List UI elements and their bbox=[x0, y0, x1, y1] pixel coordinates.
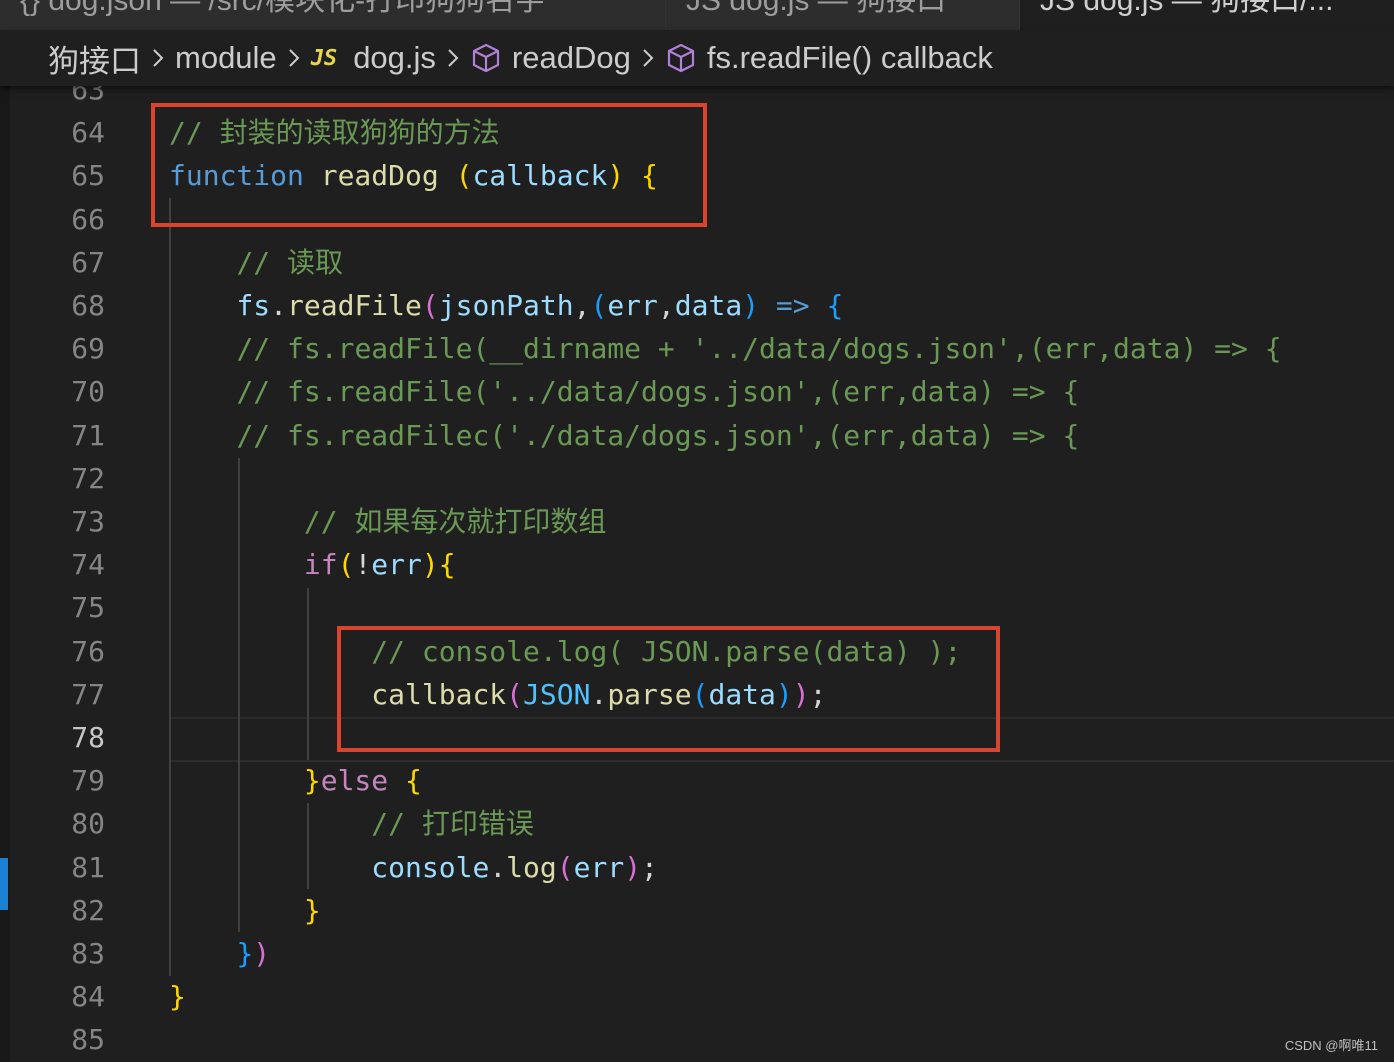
code-text[interactable]: // 读取 bbox=[169, 241, 343, 284]
line-number: 64 bbox=[71, 116, 105, 150]
line-number: 82 bbox=[71, 893, 105, 927]
symbol-method-icon bbox=[665, 42, 697, 74]
code-line[interactable]: 68 fs.readFile(jsonPath,(err,data) => { bbox=[10, 284, 1394, 327]
code-text[interactable]: // fs.readFilec('./data/dogs.json',(err,… bbox=[169, 414, 1079, 457]
breadcrumb-item-module[interactable]: module bbox=[175, 40, 277, 76]
line-number: 81 bbox=[71, 850, 105, 884]
breadcrumb-item-file[interactable]: JS dog.js bbox=[311, 40, 436, 76]
breadcrumb-item-folder[interactable]: 狗接口 bbox=[48, 36, 141, 81]
code-line[interactable]: 82 } bbox=[10, 889, 1394, 932]
code-text[interactable]: console.log(err); bbox=[169, 846, 658, 889]
code-text[interactable]: // 如果每次就打印数组 bbox=[169, 500, 607, 543]
line-number: 68 bbox=[71, 289, 105, 322]
code-line[interactable]: 71 // fs.readFilec('./data/dogs.json',(e… bbox=[10, 414, 1394, 457]
chevron-right-icon bbox=[641, 47, 655, 69]
code-line[interactable]: 73 // 如果每次就打印数组 bbox=[10, 500, 1394, 543]
line-number: 76 bbox=[71, 634, 105, 668]
code-line[interactable]: 81 console.log(err); bbox=[10, 846, 1394, 889]
line-number: 83 bbox=[71, 937, 105, 970]
highlight-function-declaration bbox=[151, 103, 707, 227]
breadcrumb: 狗接口 module JS dog.js readDog fs.readFile… bbox=[0, 30, 1394, 86]
line-number: 70 bbox=[71, 375, 105, 409]
code-line[interactable]: 74 if(!err){ bbox=[10, 543, 1394, 586]
code-text[interactable]: // 打印错误 bbox=[169, 802, 534, 845]
chevron-right-icon bbox=[446, 47, 460, 69]
highlight-callback-call bbox=[337, 626, 1000, 752]
line-number: 71 bbox=[71, 418, 105, 452]
code-text[interactable]: }else { bbox=[169, 759, 422, 802]
line-number: 75 bbox=[71, 591, 105, 625]
code-line[interactable]: 80 // 打印错误 bbox=[10, 802, 1394, 845]
code-line[interactable]: 67 // 读取 bbox=[10, 241, 1394, 284]
code-line[interactable]: 83 }) bbox=[10, 932, 1394, 975]
code-text[interactable]: } bbox=[169, 975, 186, 1018]
code-text[interactable]: // fs.readFile(__dirname + '../data/dogs… bbox=[169, 327, 1281, 370]
code-line[interactable]: 85 bbox=[10, 1018, 1394, 1061]
chevron-right-icon bbox=[287, 47, 301, 69]
line-number: 85 bbox=[71, 1023, 105, 1057]
code-text[interactable]: // fs.readFile('../data/dogs.json',(err,… bbox=[169, 370, 1079, 413]
editor-left-margin bbox=[0, 86, 10, 1062]
code-text[interactable]: if(!err){ bbox=[169, 543, 456, 586]
symbol-method-icon bbox=[470, 42, 502, 74]
chevron-right-icon bbox=[151, 47, 165, 69]
line-number: 65 bbox=[71, 159, 105, 193]
breadcrumb-item-callback[interactable]: fs.readFile() callback bbox=[665, 40, 993, 76]
line-number: 67 bbox=[71, 245, 105, 279]
code-line[interactable]: 69 // fs.readFile(__dirname + '../data/d… bbox=[10, 327, 1394, 370]
breadcrumb-item-function[interactable]: readDog bbox=[470, 40, 631, 76]
code-line[interactable]: 70 // fs.readFile('../data/dogs.json',(e… bbox=[10, 370, 1394, 413]
line-number: 72 bbox=[71, 461, 105, 495]
breadcrumb-callback-label: fs.readFile() callback bbox=[706, 40, 993, 75]
breadcrumb-file-label: dog.js bbox=[353, 40, 436, 75]
code-line[interactable]: 75 bbox=[10, 586, 1394, 629]
line-number: 69 bbox=[71, 332, 105, 366]
code-line[interactable]: 79 }else { bbox=[10, 759, 1394, 802]
code-line[interactable]: 84} bbox=[10, 975, 1394, 1018]
line-number: 73 bbox=[71, 505, 105, 538]
line-number: 84 bbox=[71, 980, 105, 1014]
git-change-indicator[interactable] bbox=[0, 858, 8, 910]
javascript-file-icon: JS bbox=[310, 45, 338, 71]
watermark: CSDN @啊唯11 bbox=[1284, 1038, 1378, 1053]
code-text[interactable]: } bbox=[169, 889, 321, 932]
line-number: 74 bbox=[71, 548, 105, 582]
line-number: 80 bbox=[71, 807, 105, 841]
line-number: 78 bbox=[71, 721, 105, 754]
line-number: 79 bbox=[71, 764, 105, 798]
breadcrumb-function-label: readDog bbox=[511, 40, 631, 75]
code-text[interactable]: }) bbox=[169, 932, 270, 975]
code-text[interactable]: fs.readFile(jsonPath,(err,data) => { bbox=[169, 284, 843, 327]
code-line[interactable]: 72 bbox=[10, 457, 1394, 500]
line-number: 77 bbox=[71, 677, 105, 711]
line-number: 66 bbox=[71, 202, 105, 236]
